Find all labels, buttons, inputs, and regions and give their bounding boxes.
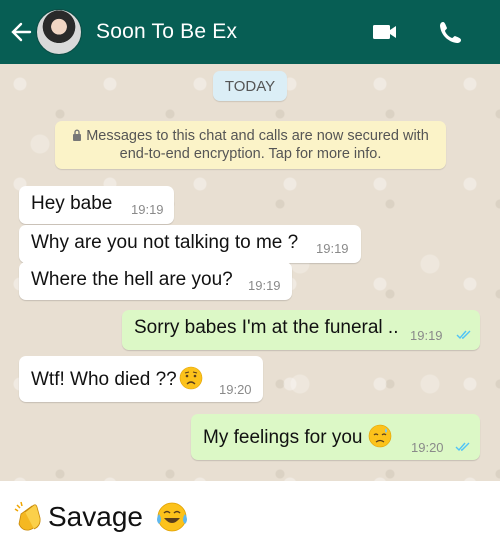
message-time: 19:19 bbox=[410, 328, 443, 343]
message-bubble-incoming[interactable]: Why are you not talking to me ? 19:19 bbox=[19, 225, 361, 263]
caption-text: Savage bbox=[48, 501, 143, 532]
message-time: 19:19 bbox=[131, 202, 164, 217]
message-text: Sorry babes I'm at the funeral .. bbox=[134, 317, 399, 338]
message-text: Why are you not talking to me ? bbox=[31, 232, 299, 253]
encryption-notice[interactable]: Messages to this chat and calls are now … bbox=[55, 121, 446, 169]
sad-relieved-face-icon bbox=[369, 424, 392, 448]
message-text: Hey babe bbox=[31, 193, 113, 214]
message-bubble-incoming[interactable]: Hey babe 19:19 bbox=[19, 186, 174, 224]
read-receipt-icon bbox=[456, 330, 471, 340]
date-divider: TODAY bbox=[213, 71, 287, 101]
message-time: 19:19 bbox=[316, 241, 349, 256]
message-text: Where the hell are you? bbox=[31, 269, 233, 290]
chat-area[interactable]: TODAY Messages to this chat and calls ar… bbox=[0, 64, 500, 481]
message-bubble-outgoing[interactable]: Sorry babes I'm at the funeral .. 19:19 bbox=[122, 310, 480, 350]
message-time: 19:20 bbox=[219, 382, 252, 397]
arrow-left-icon bbox=[11, 22, 32, 42]
message-bubble-incoming[interactable]: Wtf! Who died ?? 19:20 bbox=[19, 356, 263, 402]
message-bubble-outgoing[interactable]: My feelings for you 19:20 bbox=[191, 414, 480, 460]
lock-icon bbox=[73, 129, 82, 141]
worried-face-icon bbox=[179, 366, 203, 390]
message-time: 19:20 bbox=[411, 440, 444, 455]
meme-caption: Savage bbox=[12, 497, 189, 537]
encryption-notice-line2: end-to-end encryption. Tap for more info… bbox=[119, 146, 382, 162]
clapping-hands-icon bbox=[14, 501, 41, 531]
back-button[interactable] bbox=[8, 19, 34, 45]
contact-name[interactable]: Soon To Be Ex bbox=[96, 20, 237, 44]
read-receipt-icon bbox=[455, 442, 470, 452]
message-text: My feelings for you bbox=[203, 424, 392, 449]
phone-icon[interactable] bbox=[437, 19, 465, 45]
tears-of-joy-icon bbox=[156, 502, 187, 532]
contact-avatar[interactable] bbox=[36, 9, 82, 55]
message-text: Wtf! Who died ?? bbox=[31, 366, 203, 391]
chat-header: Soon To Be Ex bbox=[0, 0, 500, 64]
message-time: 19:19 bbox=[248, 278, 281, 293]
video-camera-icon[interactable] bbox=[371, 19, 399, 45]
encryption-notice-line1: Messages to this chat and calls are now … bbox=[86, 128, 429, 144]
message-bubble-incoming[interactable]: Where the hell are you? 19:19 bbox=[19, 262, 292, 300]
